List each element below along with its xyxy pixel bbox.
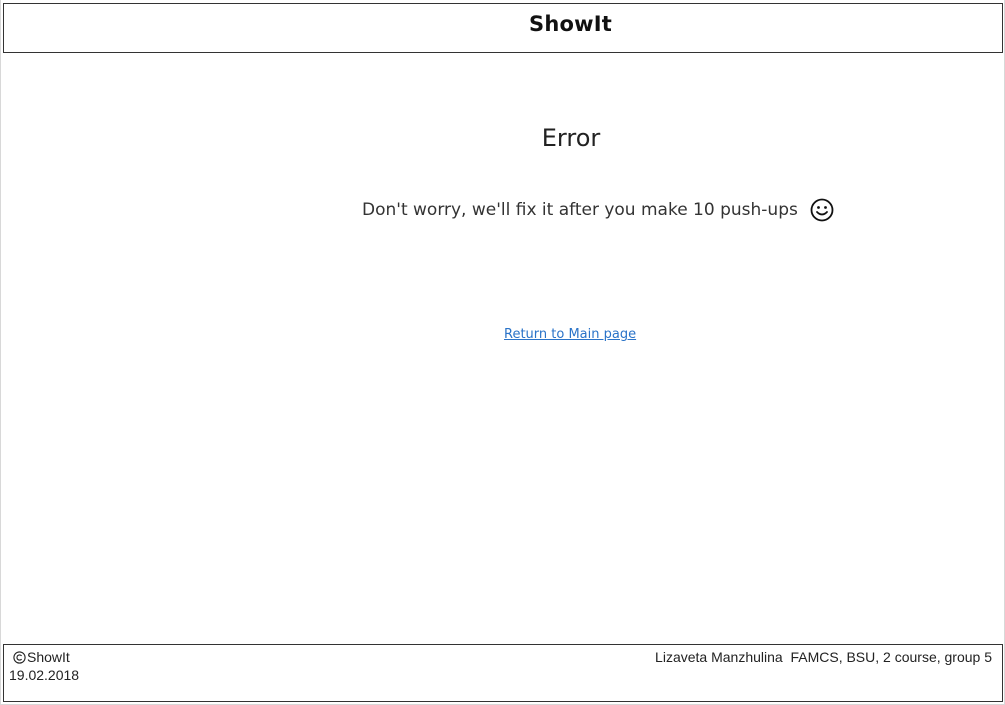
copyright-text: ShowIt — [27, 649, 70, 665]
error-message: Don't worry, we'll fix it after you make… — [362, 198, 834, 222]
footer: ShowIt 19.02.2018 Lizaveta Manzhulina FA… — [3, 644, 1003, 702]
error-title: Error — [541, 124, 601, 152]
smile-icon — [810, 198, 834, 222]
error-message-text: Don't worry, we'll fix it after you make… — [362, 200, 798, 220]
brand-title: ShowIt — [529, 12, 612, 36]
author-info: Lizaveta Manzhulina FAMCS, BSU, 2 course… — [655, 649, 992, 665]
footer-date: 19.02.2018 — [9, 667, 80, 683]
header: ShowIt — [3, 3, 1003, 53]
copyright-icon — [13, 650, 26, 664]
page: ShowIt Error Don't worry, we'll fix it a… — [0, 0, 1005, 705]
return-to-main-link[interactable]: Return to Main page — [504, 327, 636, 342]
copyright: ShowIt — [13, 649, 70, 665]
